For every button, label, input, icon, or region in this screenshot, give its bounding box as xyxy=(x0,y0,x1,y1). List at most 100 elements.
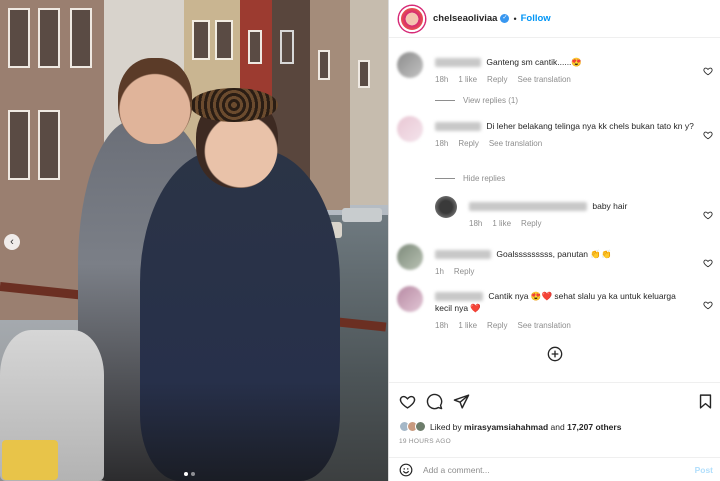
post-side-panel: chelseaoliviaa ✓ • Follow Ganteng sm can… xyxy=(388,0,720,481)
commenter-username-redacted[interactable] xyxy=(435,292,483,302)
reply-text: baby hair xyxy=(592,201,628,211)
reply-button[interactable]: Reply xyxy=(521,218,541,230)
window xyxy=(38,8,60,68)
thread-line xyxy=(435,100,455,101)
commenter-avatar[interactable] xyxy=(397,52,423,78)
woman-figure xyxy=(140,150,340,481)
man-head xyxy=(118,58,192,144)
see-translation-button[interactable]: See translation xyxy=(518,320,571,332)
commenter-avatar[interactable] xyxy=(397,244,423,270)
comment-time[interactable]: 18h xyxy=(435,320,448,332)
reply-button[interactable]: Reply xyxy=(487,74,507,86)
comment-meta: 1h Reply xyxy=(435,266,695,278)
comment-composer: Post xyxy=(389,457,720,481)
comment-meta: 18h Reply See translation xyxy=(435,138,695,150)
save-bookmark-icon[interactable] xyxy=(697,393,714,410)
liked-by-user[interactable]: mirasyamsiahahmad xyxy=(464,422,548,432)
post-actions: Liked by mirasyamsiahahmad and 17,207 ot… xyxy=(389,382,720,455)
commenter-username-redacted[interactable] xyxy=(435,250,491,260)
follow-button[interactable]: Follow xyxy=(521,13,551,24)
comments-list: Ganteng sm cantik......😍 18h 1 like Repl… xyxy=(389,38,720,381)
comment-time[interactable]: 18h xyxy=(435,74,448,86)
carousel-prev-button[interactable]: ‹ xyxy=(4,234,20,250)
share-paper-plane-icon[interactable] xyxy=(453,393,470,410)
comment-meta: 18h 1 like Reply See translation xyxy=(435,74,695,86)
comment-body: Di leher belakang telinga nya kk chels b… xyxy=(435,120,695,150)
window xyxy=(358,60,370,88)
comment-body: Ganteng sm cantik......😍 18h 1 like Repl… xyxy=(435,56,695,86)
liked-by-prefix: Liked by xyxy=(430,421,462,432)
emoji-smiley-icon[interactable] xyxy=(399,463,413,477)
hide-replies-label[interactable]: Hide replies xyxy=(463,174,505,183)
commenter-avatar[interactable] xyxy=(397,116,423,142)
carousel-dot xyxy=(191,472,195,476)
stroller-blanket xyxy=(2,440,58,480)
liked-by-and: and xyxy=(550,421,565,432)
liked-by-others[interactable]: 17,207 others xyxy=(567,422,621,432)
comment-body: Goalsssssssss, panutan 👏👏 1h Reply xyxy=(435,248,695,278)
reply-button[interactable]: Reply xyxy=(458,138,478,150)
window xyxy=(215,20,233,60)
commenter-avatar[interactable] xyxy=(397,286,423,312)
building xyxy=(350,0,388,205)
beret xyxy=(190,88,278,122)
see-translation-button[interactable]: See translation xyxy=(489,138,542,150)
window xyxy=(318,50,330,80)
commenter-username-redacted[interactable] xyxy=(435,122,481,132)
commenter-username-redacted[interactable] xyxy=(435,58,481,68)
hide-replies-toggle[interactable]: Hide replies xyxy=(435,174,505,183)
reply-button[interactable]: Reply xyxy=(487,320,507,332)
see-translation-button[interactable]: See translation xyxy=(518,74,571,86)
author-avatar[interactable] xyxy=(399,5,425,32)
reply-button[interactable]: Reply xyxy=(454,266,474,278)
window xyxy=(8,110,30,180)
like-comment-heart-icon[interactable] xyxy=(703,130,713,140)
comment-meta: 18h 1 like Reply See translation xyxy=(435,320,695,332)
window xyxy=(38,110,60,180)
add-comment-input[interactable] xyxy=(423,464,673,475)
replier-username-redacted[interactable] xyxy=(469,202,587,212)
window xyxy=(280,30,294,64)
verified-badge-icon: ✓ xyxy=(500,14,510,23)
comment-likes[interactable]: 1 like xyxy=(458,74,477,86)
window xyxy=(192,20,210,60)
separator-dot: • xyxy=(513,13,517,24)
liked-by-text: Liked by mirasyamsiahahmad and 17,207 ot… xyxy=(430,422,621,432)
like-comment-heart-icon[interactable] xyxy=(703,258,713,268)
view-replies-label[interactable]: View replies (1) xyxy=(463,96,518,105)
window xyxy=(248,30,262,64)
comment-likes[interactable]: 1 like xyxy=(458,320,477,332)
reply-time[interactable]: 18h xyxy=(469,218,482,230)
post-comment-button[interactable]: Post xyxy=(695,465,713,475)
comment-text: Di leher belakang telinga nya kk chels b… xyxy=(486,121,694,131)
like-comment-heart-icon[interactable] xyxy=(703,300,713,310)
comment-body: Cantik nya 😍❤️ sehat slalu ya ka untuk k… xyxy=(435,290,695,332)
comment-time[interactable]: 1h xyxy=(435,266,444,278)
post-header: chelseaoliviaa ✓ • Follow xyxy=(389,0,720,38)
post-photo[interactable]: ‹ xyxy=(0,0,388,481)
window xyxy=(8,8,30,68)
load-more-comments-plus-icon[interactable] xyxy=(547,346,563,362)
replier-avatar[interactable] xyxy=(435,196,457,218)
likes-summary: Liked by mirasyamsiahahmad and 17,207 ot… xyxy=(399,421,621,432)
carousel-indicator xyxy=(184,472,195,476)
author-username[interactable]: chelseaoliviaa xyxy=(433,13,497,24)
reply-meta: 18h 1 like Reply xyxy=(469,218,689,230)
carousel-dot-active xyxy=(184,472,188,476)
reply-body: baby hair 18h 1 like Reply xyxy=(469,200,689,230)
like-reply-heart-icon[interactable] xyxy=(703,210,713,220)
comment-text: Ganteng sm cantik......😍 xyxy=(486,57,582,67)
thread-line xyxy=(435,178,455,179)
reply-likes[interactable]: 1 like xyxy=(492,218,511,230)
post-timestamp[interactable]: 19 HOURS AGO xyxy=(399,438,451,445)
view-replies-toggle[interactable]: View replies (1) xyxy=(435,96,518,105)
building xyxy=(310,0,350,210)
like-heart-icon[interactable] xyxy=(399,393,416,410)
liker-avatar xyxy=(415,421,426,432)
boat xyxy=(342,208,382,222)
comment-text: Goalsssssssss, panutan 👏👏 xyxy=(496,249,612,259)
comment-bubble-icon[interactable] xyxy=(426,393,443,410)
window xyxy=(70,8,92,68)
comment-time[interactable]: 18h xyxy=(435,138,448,150)
like-comment-heart-icon[interactable] xyxy=(703,66,713,76)
